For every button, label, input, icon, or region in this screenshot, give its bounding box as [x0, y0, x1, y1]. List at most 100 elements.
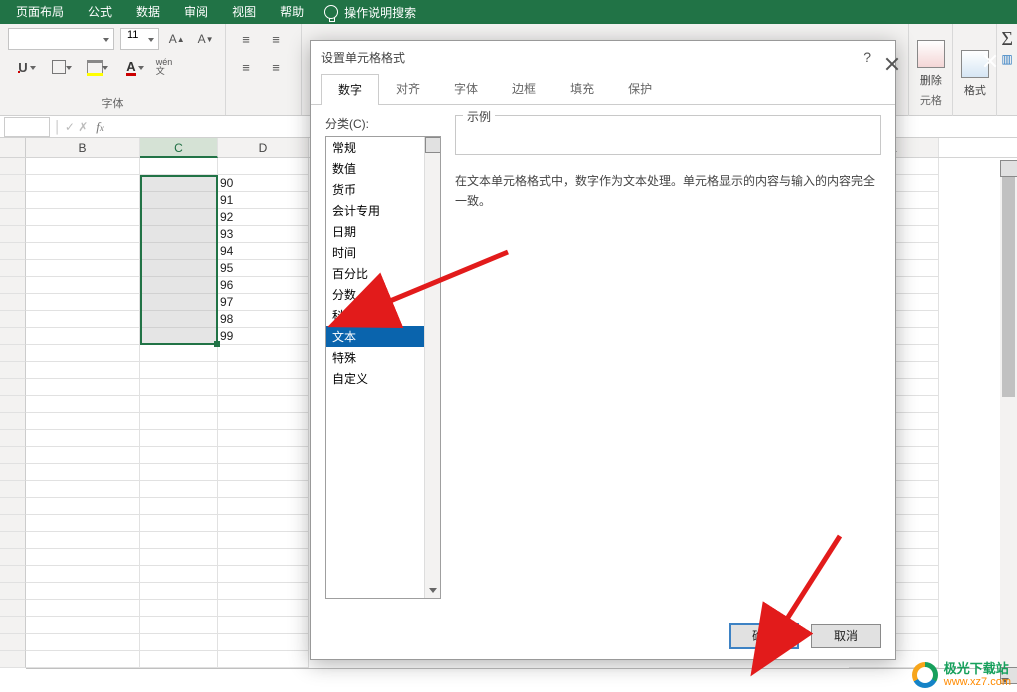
row-header[interactable]	[0, 158, 26, 175]
decrease-font-icon[interactable]: A▼	[194, 28, 217, 50]
cell[interactable]	[26, 311, 140, 328]
dialog-tab-number[interactable]: 数字	[321, 74, 379, 105]
cell[interactable]	[140, 600, 218, 617]
cell[interactable]	[26, 362, 140, 379]
cell[interactable]	[218, 413, 309, 430]
category-list[interactable]: 常规数值货币会计专用日期时间百分比分数科学记数文本特殊自定义	[325, 136, 441, 599]
cell[interactable]	[140, 464, 218, 481]
cell[interactable]	[218, 447, 309, 464]
cell[interactable]	[140, 481, 218, 498]
window-close-shadow[interactable]	[969, 48, 1011, 74]
dialog-tab-fill[interactable]: 填充	[553, 73, 611, 104]
row-header[interactable]	[0, 192, 26, 209]
cell[interactable]	[26, 447, 140, 464]
cell[interactable]	[218, 396, 309, 413]
cell[interactable]	[140, 549, 218, 566]
cell[interactable]	[26, 226, 140, 243]
cell[interactable]	[140, 430, 218, 447]
cell[interactable]: 90	[218, 175, 309, 192]
cell[interactable]	[140, 260, 218, 277]
cell[interactable]	[140, 566, 218, 583]
category-item[interactable]: 时间	[326, 242, 440, 263]
cell[interactable]	[218, 481, 309, 498]
cell[interactable]	[140, 328, 218, 345]
cell[interactable]	[218, 430, 309, 447]
dialog-titlebar[interactable]: 设置单元格格式 ?	[311, 41, 895, 73]
row-header[interactable]	[0, 481, 26, 498]
cell[interactable]	[26, 345, 140, 362]
cell[interactable]	[140, 413, 218, 430]
align-center-icon[interactable]: ≡	[264, 56, 288, 78]
cell[interactable]	[140, 515, 218, 532]
align-left-icon[interactable]: ≡	[234, 56, 258, 78]
select-all-corner[interactable]	[0, 138, 26, 157]
cell[interactable]	[140, 175, 218, 192]
col-header-B[interactable]: B	[26, 138, 140, 157]
col-header-C[interactable]: C	[140, 138, 218, 158]
cell[interactable]	[26, 651, 140, 668]
font-size-combo[interactable]: 11	[120, 28, 159, 50]
cell[interactable]	[140, 294, 218, 311]
cell[interactable]	[140, 311, 218, 328]
cell[interactable]	[140, 158, 218, 175]
row-header[interactable]	[0, 413, 26, 430]
category-item[interactable]: 特殊	[326, 347, 440, 368]
ribbon-tab-pagelayout[interactable]: 页面布局	[4, 0, 76, 24]
cell[interactable]	[26, 549, 140, 566]
row-header[interactable]	[0, 362, 26, 379]
cell[interactable]: 91	[218, 192, 309, 209]
phonetic-button[interactable]: wén文	[152, 56, 176, 78]
cell[interactable]	[26, 192, 140, 209]
cell[interactable]	[218, 617, 309, 634]
category-item[interactable]: 货币	[326, 179, 440, 200]
cell[interactable]	[26, 328, 140, 345]
cancel-button[interactable]: 取消	[811, 624, 881, 648]
cell[interactable]	[26, 396, 140, 413]
cell[interactable]	[26, 277, 140, 294]
dialog-help-button[interactable]: ?	[863, 49, 871, 65]
cell[interactable]	[26, 175, 140, 192]
cell[interactable]	[218, 583, 309, 600]
row-header[interactable]	[0, 328, 26, 345]
category-item[interactable]: 常规	[326, 137, 440, 158]
ok-button[interactable]: 确定	[729, 623, 799, 649]
font-color-button[interactable]: A	[116, 56, 146, 78]
row-header[interactable]	[0, 396, 26, 413]
cell[interactable]: 95	[218, 260, 309, 277]
autosum-button[interactable]: Σ	[1001, 30, 1013, 48]
row-header[interactable]	[0, 294, 26, 311]
ribbon-tab-formulas[interactable]: 公式	[76, 0, 124, 24]
dialog-tab-font[interactable]: 字体	[437, 73, 495, 104]
delete-button[interactable]: 删除 元格	[908, 24, 952, 116]
ribbon-tab-help[interactable]: 帮助	[268, 0, 316, 24]
cell[interactable]	[140, 362, 218, 379]
cell[interactable]	[26, 583, 140, 600]
vertical-scrollbar[interactable]	[1000, 160, 1017, 684]
category-item[interactable]: 百分比	[326, 263, 440, 284]
category-item[interactable]: 数值	[326, 158, 440, 179]
dialog-tab-border[interactable]: 边框	[495, 73, 553, 104]
cell[interactable]	[140, 532, 218, 549]
cell[interactable]	[140, 498, 218, 515]
dialog-tab-protect[interactable]: 保护	[611, 73, 669, 104]
cell[interactable]	[26, 294, 140, 311]
sheet-tab-strip[interactable]	[26, 668, 1017, 682]
cell[interactable]	[140, 396, 218, 413]
cell[interactable]	[140, 209, 218, 226]
row-header[interactable]	[0, 464, 26, 481]
row-header[interactable]	[0, 447, 26, 464]
cell[interactable]	[218, 566, 309, 583]
align-top-icon[interactable]: ≡	[234, 28, 258, 50]
row-header[interactable]	[0, 226, 26, 243]
row-header[interactable]	[0, 311, 26, 328]
cell[interactable]: 98	[218, 311, 309, 328]
fx-icon[interactable]: fx	[96, 119, 104, 135]
fill-color-button[interactable]	[80, 56, 110, 78]
row-header[interactable]	[0, 260, 26, 277]
cell[interactable]	[26, 617, 140, 634]
cell[interactable]	[140, 447, 218, 464]
ribbon-tab-data[interactable]: 数据	[124, 0, 172, 24]
cell[interactable]: 97	[218, 294, 309, 311]
dialog-tab-align[interactable]: 对齐	[379, 73, 437, 104]
cell[interactable]	[218, 600, 309, 617]
